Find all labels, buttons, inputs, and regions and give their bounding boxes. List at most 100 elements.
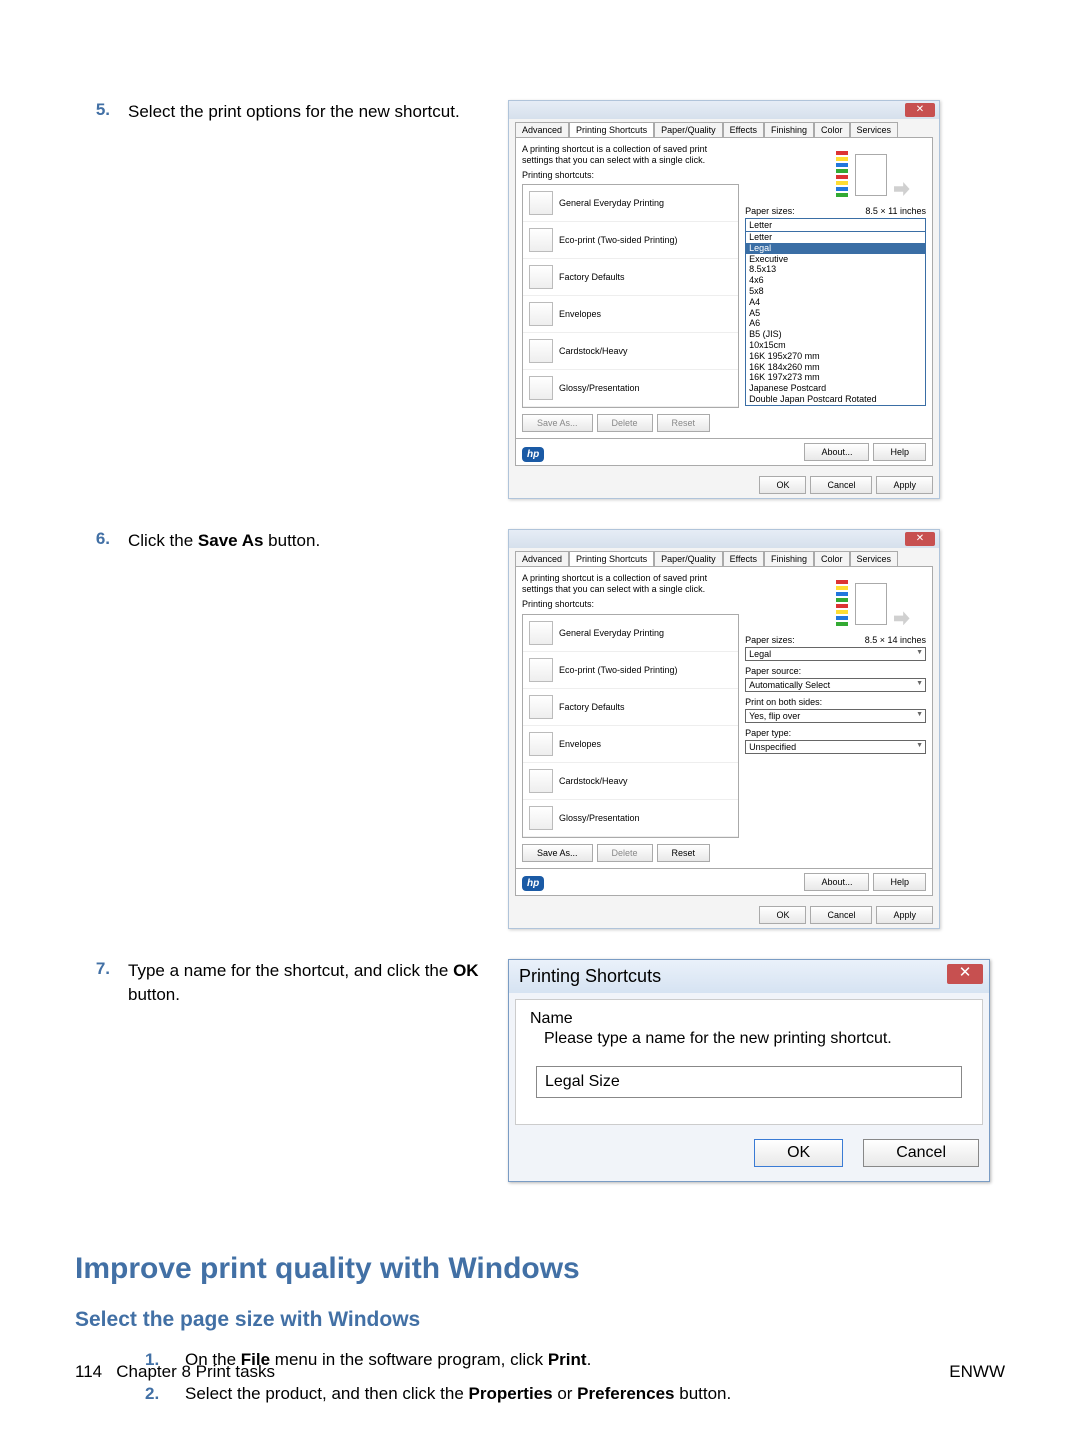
list-item[interactable]: Envelopes [559, 739, 601, 749]
preview-icon [836, 573, 916, 628]
shortcut-icon [529, 339, 553, 363]
paper-type-select[interactable]: Unspecified [745, 740, 926, 754]
save-as-button[interactable]: Save As... [522, 844, 593, 862]
list-item[interactable]: Envelopes [559, 309, 601, 319]
list-item[interactable]: Eco-print (Two-sided Printing) [559, 235, 678, 245]
tab-effects[interactable]: Effects [723, 122, 764, 137]
paper-option[interactable]: A4 [746, 297, 925, 308]
list-item[interactable]: Cardstock/Heavy [559, 346, 628, 356]
tab-finishing[interactable]: Finishing [764, 551, 814, 566]
tab-services[interactable]: Services [850, 122, 899, 137]
name-shortcut-dialog: Printing Shortcuts ✕ Name Please type a … [508, 959, 990, 1182]
paper-option[interactable]: 16K 195x270 mm [746, 351, 925, 362]
reset-button[interactable]: Reset [657, 844, 711, 862]
shortcut-list-label: Printing shortcuts: [522, 599, 739, 610]
tab-printing-shortcuts[interactable]: Printing Shortcuts [569, 551, 654, 566]
shortcut-icon [529, 732, 553, 756]
paper-size-inches: 8.5 × 14 inches [865, 635, 926, 645]
paper-option[interactable]: A5 [746, 308, 925, 319]
paper-sizes-label: Paper sizes: [745, 206, 795, 216]
paper-option[interactable]: Legal [746, 243, 925, 254]
apply-button[interactable]: Apply [876, 906, 933, 924]
paper-size-inches: 8.5 × 11 inches [865, 206, 926, 216]
help-button[interactable]: Help [873, 443, 926, 461]
shortcut-icon [529, 265, 553, 289]
tab-paper-quality[interactable]: Paper/Quality [654, 551, 723, 566]
about-button[interactable]: About... [804, 873, 869, 891]
name-label: Name [530, 1010, 968, 1028]
tab-effects[interactable]: Effects [723, 551, 764, 566]
paper-option[interactable]: A6 [746, 318, 925, 329]
delete-button[interactable]: Delete [597, 414, 653, 432]
ok-button[interactable]: OK [754, 1139, 843, 1167]
close-icon[interactable]: ✕ [947, 964, 983, 984]
paper-option[interactable]: Japanese Postcard [746, 383, 925, 394]
step-text: Select the print options for the new sho… [128, 100, 508, 499]
list-item[interactable]: General Everyday Printing [559, 628, 664, 638]
tab-finishing[interactable]: Finishing [764, 122, 814, 137]
paper-option[interactable]: 16K 184x260 mm [746, 362, 925, 373]
list-item[interactable]: General Everyday Printing [559, 198, 664, 208]
list-item[interactable]: Glossy/Presentation [559, 383, 640, 393]
tab-advanced[interactable]: Advanced [515, 122, 569, 137]
paper-option[interactable]: 5x8 [746, 286, 925, 297]
paper-option[interactable]: Double Japan Postcard Rotated [746, 394, 925, 405]
help-button[interactable]: Help [873, 873, 926, 891]
shortcut-icon [529, 376, 553, 400]
shortcut-icon [529, 658, 553, 682]
preview-icon [836, 144, 916, 199]
step-text: Type a name for the shortcut, and click … [128, 959, 508, 1182]
shortcut-description: A printing shortcut is a collection of s… [522, 573, 739, 595]
shortcut-icon [529, 621, 553, 645]
tab-color[interactable]: Color [814, 551, 850, 566]
sub-heading: Select the page size with Windows [75, 1308, 1005, 1332]
paper-option[interactable]: 4x6 [746, 275, 925, 286]
list-item[interactable]: Eco-print (Two-sided Printing) [559, 665, 678, 675]
about-button[interactable]: About... [804, 443, 869, 461]
cancel-button[interactable]: Cancel [810, 906, 872, 924]
ok-button[interactable]: OK [759, 906, 806, 924]
footer-right: ENWW [949, 1362, 1005, 1382]
list-item[interactable]: Factory Defaults [559, 702, 625, 712]
paper-option[interactable]: B5 (JIS) [746, 329, 925, 340]
paper-option[interactable]: 16K 197x273 mm [746, 372, 925, 383]
shortcut-icon [529, 806, 553, 830]
tab-paper-quality[interactable]: Paper/Quality [654, 122, 723, 137]
tab-printing-shortcuts[interactable]: Printing Shortcuts [569, 122, 654, 137]
shortcut-list[interactable]: General Everyday Printing Eco-print (Two… [522, 614, 739, 838]
paper-size-select[interactable]: Legal [745, 647, 926, 661]
tab-services[interactable]: Services [850, 551, 899, 566]
paper-option[interactable]: 8.5x13 [746, 264, 925, 275]
close-icon[interactable]: ✕ [905, 532, 935, 546]
tab-color[interactable]: Color [814, 122, 850, 137]
step-number: 2. [145, 1384, 185, 1404]
shortcut-icon [529, 228, 553, 252]
section-heading: Improve print quality with Windows [75, 1252, 1005, 1286]
paper-option[interactable]: Executive [746, 254, 925, 265]
both-sides-select[interactable]: Yes, flip over [745, 709, 926, 723]
delete-button[interactable]: Delete [597, 844, 653, 862]
cancel-button[interactable]: Cancel [863, 1139, 979, 1167]
apply-button[interactable]: Apply [876, 476, 933, 494]
shortcut-icon [529, 191, 553, 215]
reset-button[interactable]: Reset [657, 414, 711, 432]
hp-logo-icon: hp [522, 876, 544, 891]
list-item[interactable]: Factory Defaults [559, 272, 625, 282]
shortcut-name-input[interactable]: Legal Size [536, 1066, 962, 1098]
shortcut-list-label: Printing shortcuts: [522, 170, 739, 181]
print-preferences-dialog-2: ✕ Advanced Printing Shortcuts Paper/Qual… [508, 529, 940, 928]
list-item[interactable]: Glossy/Presentation [559, 813, 640, 823]
ok-button[interactable]: OK [759, 476, 806, 494]
shortcut-list[interactable]: General Everyday Printing Eco-print (Two… [522, 184, 739, 408]
hp-logo-icon: hp [522, 447, 544, 462]
name-prompt: Please type a name for the new printing … [544, 1030, 968, 1048]
tab-advanced[interactable]: Advanced [515, 551, 569, 566]
paper-size-dropdown-open[interactable]: Letter Letter Legal Executive 8.5x13 4x6… [745, 218, 926, 406]
paper-source-select[interactable]: Automatically Select [745, 678, 926, 692]
save-as-button[interactable]: Save As... [522, 414, 593, 432]
paper-option[interactable]: Letter [746, 232, 925, 243]
close-icon[interactable]: ✕ [905, 103, 935, 117]
paper-option[interactable]: 10x15cm [746, 340, 925, 351]
list-item[interactable]: Cardstock/Heavy [559, 776, 628, 786]
cancel-button[interactable]: Cancel [810, 476, 872, 494]
